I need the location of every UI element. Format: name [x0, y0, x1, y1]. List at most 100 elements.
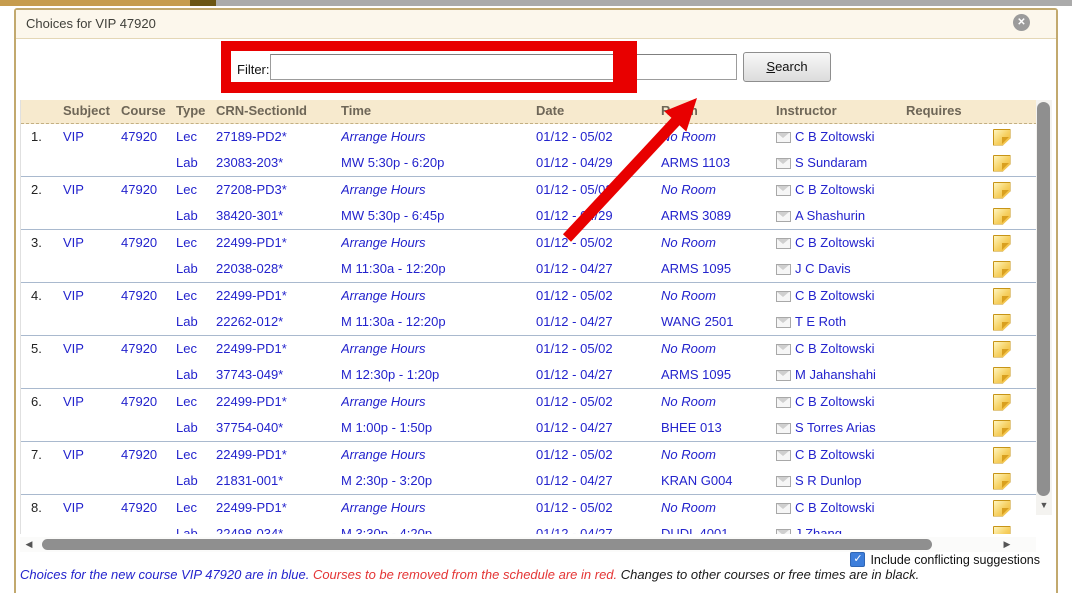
table-row[interactable]: Lab 23083-203* MW 5:30p - 6:20p 01/12 - …: [21, 150, 1037, 176]
cell-requires: [906, 203, 986, 229]
cell-date: 01/12 - 04/27: [536, 256, 661, 282]
cell-time: M 3:30p - 4:20p: [341, 521, 536, 534]
cell-note: [986, 495, 1017, 521]
note-icon[interactable]: [993, 129, 1011, 146]
table-row[interactable]: Lab 37754-040* M 1:00p - 1:50p 01/12 - 0…: [21, 415, 1037, 441]
scroll-right-icon[interactable]: ▶: [1000, 538, 1014, 551]
cell-note: [986, 442, 1017, 468]
table-row[interactable]: 2. VIP 47920 Lec 27208-PD3* Arrange Hour…: [21, 177, 1037, 203]
cell-instructor: C B Zoltowski: [776, 230, 906, 256]
table-row[interactable]: 6. VIP 47920 Lec 22499-PD1* Arrange Hour…: [21, 389, 1037, 415]
vertical-scrollbar[interactable]: ▼: [1036, 100, 1052, 515]
table-row[interactable]: 1. VIP 47920 Lec 27189-PD2* Arrange Hour…: [21, 124, 1037, 150]
note-icon[interactable]: [993, 500, 1011, 517]
close-button[interactable]: ✕: [1013, 14, 1030, 31]
note-icon[interactable]: [993, 182, 1011, 199]
table-row[interactable]: 4. VIP 47920 Lec 22499-PD1* Arrange Hour…: [21, 283, 1037, 309]
table-row[interactable]: Lab 22038-028* M 11:30a - 12:20p 01/12 -…: [21, 256, 1037, 282]
cell-room: No Room: [661, 336, 776, 362]
table-row[interactable]: 5. VIP 47920 Lec 22499-PD1* Arrange Hour…: [21, 336, 1037, 362]
note-icon[interactable]: [993, 420, 1011, 437]
table-row[interactable]: Lab 37743-049* M 12:30p - 1:20p 01/12 - …: [21, 362, 1037, 388]
email-icon: [776, 238, 791, 249]
email-icon: [776, 211, 791, 222]
table-row[interactable]: Lab 38420-301* MW 5:30p - 6:45p 01/12 - …: [21, 203, 1037, 229]
cell-type: Lab: [176, 521, 216, 534]
cell-time: Arrange Hours: [341, 177, 536, 203]
note-icon[interactable]: [993, 288, 1011, 305]
cell-course: 47920: [121, 442, 176, 468]
note-icon[interactable]: [993, 155, 1011, 172]
instructor-name: C B Zoltowski: [795, 495, 874, 521]
choice-group: 1. VIP 47920 Lec 27189-PD2* Arrange Hour…: [21, 124, 1037, 177]
header-requires: Requires: [906, 100, 986, 123]
note-icon[interactable]: [993, 473, 1011, 490]
table-body: 1. VIP 47920 Lec 27189-PD2* Arrange Hour…: [21, 124, 1037, 534]
cell-crn-sectionid: 22499-PD1*: [216, 495, 341, 521]
search-button[interactable]: Search: [743, 52, 831, 82]
instructor-name: C B Zoltowski: [795, 230, 874, 256]
instructor-name: S Torres Arias: [795, 415, 876, 441]
cell-subject: VIP: [63, 177, 121, 203]
cell-note: [986, 256, 1017, 282]
scroll-left-icon[interactable]: ◀: [22, 538, 36, 551]
choice-group: 3. VIP 47920 Lec 22499-PD1* Arrange Hour…: [21, 230, 1037, 283]
cell-subject: [63, 468, 121, 494]
cell-course: 47920: [121, 336, 176, 362]
note-icon[interactable]: [993, 526, 1011, 535]
cell-type: Lab: [176, 309, 216, 335]
header-type: Type: [176, 100, 216, 123]
instructor-name: S Sundaram: [795, 150, 867, 176]
page-top-scrollbar: [0, 0, 1072, 6]
cell-course: [121, 415, 176, 441]
cell-subject: [63, 256, 121, 282]
row-number: [21, 468, 63, 494]
cell-type: Lab: [176, 203, 216, 229]
table-row[interactable]: 3. VIP 47920 Lec 22499-PD1* Arrange Hour…: [21, 230, 1037, 256]
cell-crn-sectionid: 22498-034*: [216, 521, 341, 534]
cell-course: 47920: [121, 495, 176, 521]
note-icon[interactable]: [993, 235, 1011, 252]
header-crn-sectionid: CRN-SectionId: [216, 100, 341, 123]
cell-subject: [63, 415, 121, 441]
note-icon[interactable]: [993, 314, 1011, 331]
scroll-down-icon[interactable]: ▼: [1036, 500, 1052, 510]
close-icon: ✕: [1017, 17, 1025, 28]
note-icon[interactable]: [993, 394, 1011, 411]
cell-instructor: C B Zoltowski: [776, 336, 906, 362]
cell-date: 01/12 - 04/27: [536, 468, 661, 494]
note-icon[interactable]: [993, 447, 1011, 464]
cell-date: 01/12 - 05/02: [536, 283, 661, 309]
filter-input[interactable]: [270, 54, 737, 80]
table-row[interactable]: 7. VIP 47920 Lec 22499-PD1* Arrange Hour…: [21, 442, 1037, 468]
note-icon[interactable]: [993, 341, 1011, 358]
table-row[interactable]: Lab 21831-001* M 2:30p - 3:20p 01/12 - 0…: [21, 468, 1037, 494]
cell-room: No Room: [661, 177, 776, 203]
note-icon[interactable]: [993, 261, 1011, 278]
cell-crn-sectionid: 21831-001*: [216, 468, 341, 494]
cell-room: No Room: [661, 283, 776, 309]
cell-room: No Room: [661, 442, 776, 468]
cell-type: Lec: [176, 442, 216, 468]
table-row[interactable]: Lab 22498-034* M 3:30p - 4:20p 01/12 - 0…: [21, 521, 1037, 534]
cell-instructor: M Jahanshahi: [776, 362, 906, 388]
horizontal-scrollbar[interactable]: ◀ ▶: [20, 537, 1036, 552]
vertical-scrollbar-thumb[interactable]: [1037, 102, 1050, 496]
cell-date: 01/12 - 04/27: [536, 415, 661, 441]
cell-instructor: C B Zoltowski: [776, 495, 906, 521]
cell-type: Lab: [176, 256, 216, 282]
table-row[interactable]: Lab 22262-012* M 11:30a - 12:20p 01/12 -…: [21, 309, 1037, 335]
instructor-name: M Jahanshahi: [795, 362, 876, 388]
note-icon[interactable]: [993, 208, 1011, 225]
table-row[interactable]: 8. VIP 47920 Lec 22499-PD1* Arrange Hour…: [21, 495, 1037, 521]
cell-time: M 11:30a - 12:20p: [341, 256, 536, 282]
horizontal-scrollbar-thumb[interactable]: [42, 539, 932, 550]
include-conflicting-checkbox[interactable]: ✓: [850, 552, 865, 567]
cell-crn-sectionid: 22499-PD1*: [216, 442, 341, 468]
note-icon[interactable]: [993, 367, 1011, 384]
cell-requires: [906, 177, 986, 203]
cell-date: 01/12 - 04/29: [536, 150, 661, 176]
cell-course: 47920: [121, 177, 176, 203]
cell-instructor: C B Zoltowski: [776, 442, 906, 468]
cell-note: [986, 521, 1017, 534]
